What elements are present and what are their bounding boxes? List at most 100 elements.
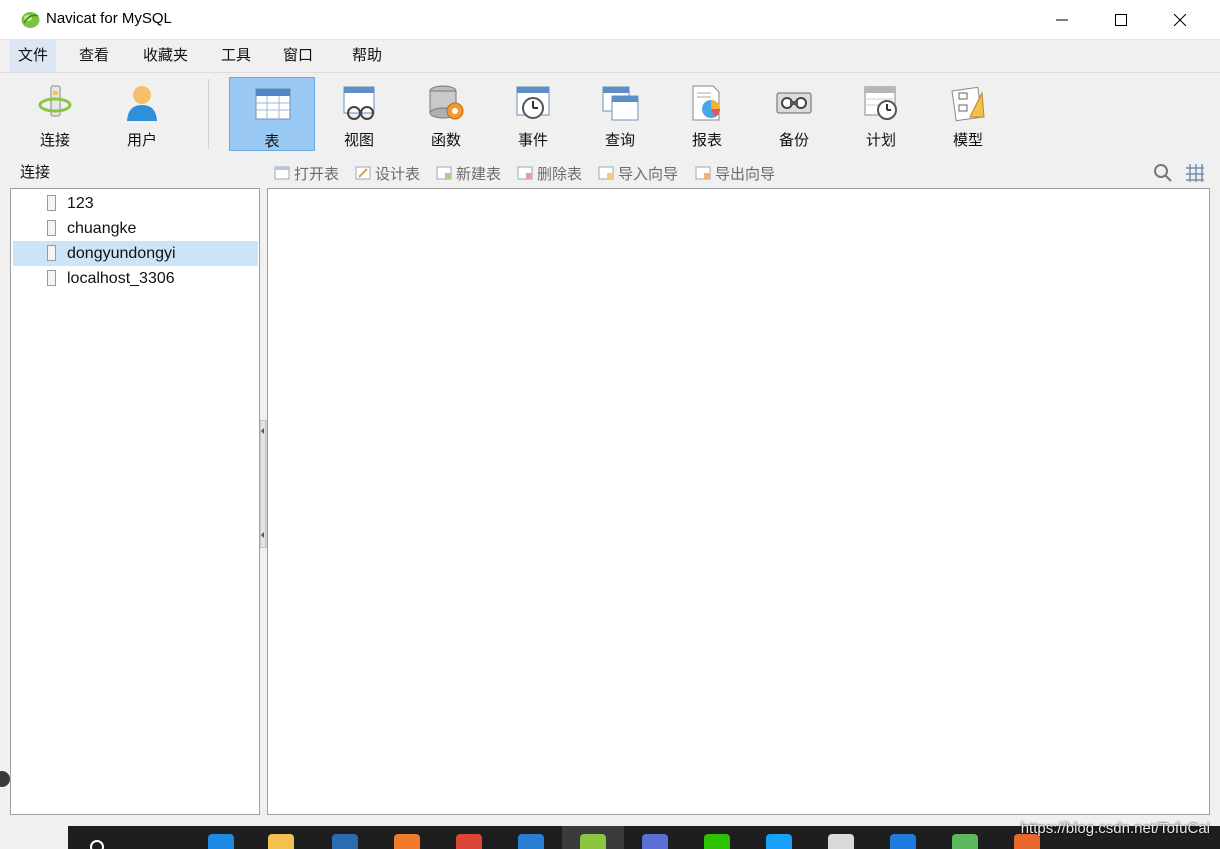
menu-favorites[interactable]: 收藏夹	[135, 40, 196, 72]
toolbar-function-label: 函数	[430, 132, 461, 149]
grid-view-icon[interactable]	[1184, 162, 1206, 184]
taskbar-app3-icon[interactable]	[828, 834, 854, 849]
connection-name: 123	[67, 195, 94, 212]
object-list-area[interactable]	[267, 188, 1210, 815]
model-icon	[951, 86, 985, 122]
connection-server-icon	[47, 220, 56, 236]
taskbar-search-icon[interactable]	[88, 838, 108, 849]
taskbar-chrome-icon[interactable]	[456, 834, 482, 849]
toolbar-event-button[interactable]: 事件	[490, 77, 576, 151]
connection-tree[interactable]: 123 chuangke dongyundongyi localhost_330…	[10, 188, 260, 815]
title-bar[interactable]: Navicat for MySQL	[0, 0, 1220, 40]
view-icon	[343, 86, 375, 120]
window-title: Navicat for MySQL	[46, 10, 172, 27]
toolbar-table-button[interactable]: 表	[229, 77, 315, 151]
connection-server-icon	[47, 245, 56, 261]
taskbar-app2-icon[interactable]	[766, 834, 792, 849]
taskbar-store-icon[interactable]	[332, 834, 358, 849]
taskbar-vs-icon[interactable]	[642, 834, 668, 849]
menu-help[interactable]: 帮助	[344, 40, 390, 72]
minimize-button[interactable]	[1032, 0, 1092, 39]
toolbar-table-label: 表	[264, 133, 280, 150]
new-table-icon	[436, 166, 452, 180]
new-table-button[interactable]: 新建表	[436, 163, 501, 183]
taskbar-folder-icon[interactable]	[268, 834, 294, 849]
connection-item-dongyundongyi[interactable]: dongyundongyi	[13, 241, 258, 266]
taskbar-app4-icon[interactable]	[890, 834, 916, 849]
import-wizard-label: 导入向导	[618, 165, 679, 183]
toolbar-event-label: 事件	[517, 132, 548, 149]
connection-name: localhost_3306	[67, 270, 175, 287]
connection-item-123[interactable]: 123	[13, 191, 258, 216]
toolbar-user-label: 用户	[126, 132, 157, 149]
toolbar-user-button[interactable]: 用户	[99, 77, 185, 151]
backup-icon	[776, 92, 812, 114]
navicat-window: Navicat for MySQL 文件 查看 收藏夹 工具 窗口 帮助 连接	[0, 0, 1220, 849]
open-table-button[interactable]: 打开表	[274, 163, 339, 183]
toolbar-report-button[interactable]: 报表	[664, 77, 750, 151]
toolbar-backup-label: 备份	[778, 132, 809, 149]
import-wizard-button[interactable]: 导入向导	[598, 163, 678, 183]
open-table-label: 打开表	[294, 165, 340, 183]
toolbar-schedule-label: 计划	[865, 132, 896, 149]
search-icon[interactable]	[1152, 162, 1174, 184]
toolbar-separator	[208, 79, 209, 149]
import-wizard-icon	[598, 166, 614, 180]
connection-item-chuangke[interactable]: chuangke	[13, 216, 258, 241]
design-table-icon	[355, 166, 371, 180]
toolbar-view-label: 视图	[343, 132, 374, 149]
minimize-icon	[1056, 19, 1068, 20]
toolbar-schedule-button[interactable]: 计划	[838, 77, 924, 151]
menu-window[interactable]: 窗口	[275, 40, 321, 72]
toolbar-query-button[interactable]: 查询	[577, 77, 663, 151]
toolbar-connection-button[interactable]: 连接	[12, 77, 98, 151]
taskbar-wechat-icon[interactable]	[704, 834, 730, 849]
toolbar-view-button[interactable]: 视图	[316, 77, 402, 151]
connection-name: chuangke	[67, 220, 137, 237]
connection-item-localhost-3306[interactable]: localhost_3306	[13, 266, 258, 291]
delete-table-icon	[517, 166, 533, 180]
toolbar-model-label: 模型	[952, 132, 983, 149]
object-toolbar: 打开表 设计表 新建表 删除表 导入向导 导出向导	[270, 158, 1210, 188]
taskbar-firefox-icon[interactable]	[394, 834, 420, 849]
schedule-icon	[864, 86, 897, 120]
open-table-icon	[274, 166, 290, 180]
close-button[interactable]	[1150, 0, 1210, 39]
overlay-badge-icon	[0, 771, 10, 787]
toolbar-model-button[interactable]: 模型	[925, 77, 1011, 151]
toolbar-backup-button[interactable]: 备份	[751, 77, 837, 151]
taskbar-navicat-icon[interactable]	[580, 834, 606, 849]
toolbar-report-label: 报表	[691, 132, 722, 149]
table-icon	[255, 88, 291, 120]
new-table-label: 新建表	[456, 165, 502, 183]
connection-name: dongyundongyi	[67, 245, 176, 262]
function-icon	[429, 85, 464, 120]
taskbar-app-icon[interactable]	[518, 834, 544, 849]
connection-icon	[38, 85, 72, 117]
delete-table-label: 删除表	[537, 165, 583, 183]
watermark-text: https://blog.csdn.net/TofuCai	[1020, 820, 1210, 837]
query-icon	[602, 86, 639, 121]
user-icon	[127, 86, 157, 121]
delete-table-button[interactable]: 删除表	[517, 163, 582, 183]
pane-splitter-handle[interactable]	[259, 420, 267, 548]
event-icon	[516, 86, 550, 119]
export-wizard-label: 导出向导	[715, 165, 776, 183]
maximize-button[interactable]	[1091, 0, 1151, 39]
taskbar-app5-icon[interactable]	[952, 834, 978, 849]
taskbar-edge-icon[interactable]	[208, 834, 234, 849]
menu-view[interactable]: 查看	[71, 40, 117, 72]
connection-server-icon	[47, 270, 56, 286]
connection-panel-header: 连接	[20, 164, 51, 181]
menu-tools[interactable]: 工具	[213, 40, 259, 72]
export-wizard-icon	[695, 166, 711, 180]
design-table-label: 设计表	[375, 165, 421, 183]
maximize-icon	[1115, 13, 1127, 26]
export-wizard-button[interactable]: 导出向导	[695, 163, 775, 183]
menu-file[interactable]: 文件	[10, 40, 57, 72]
report-icon	[692, 85, 720, 121]
main-toolbar: 连接 用户 表 视图 函数 事件 查询 报表 备份 计划 模型	[10, 73, 1210, 157]
toolbar-function-button[interactable]: 函数	[403, 77, 489, 151]
design-table-button[interactable]: 设计表	[355, 163, 420, 183]
navicat-app-icon	[21, 12, 40, 28]
